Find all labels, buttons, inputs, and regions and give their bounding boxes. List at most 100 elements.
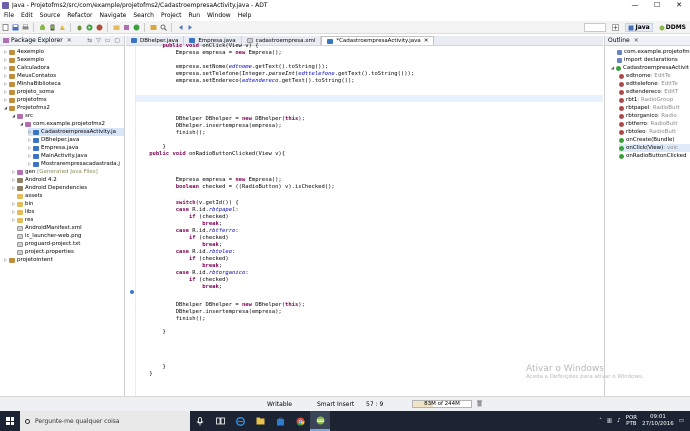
- eclipse-adt-taskbar-icon[interactable]: [310, 411, 330, 431]
- edge-browser-icon[interactable]: [230, 411, 250, 431]
- lint-icon[interactable]: [58, 23, 67, 32]
- tree-item[interactable]: ◢ src: [12, 112, 33, 120]
- heap-status[interactable]: 83M of 244M: [412, 400, 472, 408]
- view-controls-icon[interactable]: ⇆ ▽ ▭ ▢: [87, 37, 121, 44]
- cortana-search-box[interactable]: Pergunte-me qualquer coisa: [20, 411, 190, 431]
- outline-item[interactable]: edtnome : EditTe: [619, 72, 671, 80]
- tree-item[interactable]: ◢ com.example.projetofms2: [20, 120, 105, 128]
- outline-item[interactable]: ◢ CadastroempresaActivit: [611, 64, 689, 72]
- new-class-icon[interactable]: [132, 23, 141, 32]
- file-explorer-icon[interactable]: [250, 411, 270, 431]
- menu-refactor[interactable]: Refactor: [67, 12, 92, 19]
- tree-item[interactable]: ▷ DBhelper.java: [28, 136, 79, 144]
- maximize-button[interactable]: ☐: [646, 0, 668, 10]
- menu-search[interactable]: Search: [133, 12, 154, 19]
- notifications-icon[interactable]: ▭: [679, 418, 684, 424]
- tree-item[interactable]: ▷ Calculadora: [4, 64, 50, 72]
- forward-icon[interactable]: [186, 23, 195, 32]
- tree-item[interactable]: ▷ 5exemplo: [4, 56, 44, 64]
- close-view-icon[interactable]: ✕: [634, 37, 639, 44]
- new-java-project-icon[interactable]: [112, 23, 121, 32]
- tree-item[interactable]: ▷ MinhaBiblioteca: [4, 80, 61, 88]
- tree-item[interactable]: ▷ res: [12, 216, 33, 224]
- package-explorer-title[interactable]: Package Explorer: [11, 37, 63, 44]
- outline-item[interactable]: rbtorganico : Radio: [619, 112, 677, 120]
- tree-item[interactable]: project.properties: [12, 248, 74, 256]
- outline-title[interactable]: Outline: [608, 37, 630, 44]
- outline-item[interactable]: onRadioButtonClicked: [619, 152, 687, 160]
- outline-item[interactable]: import declarations: [617, 56, 678, 64]
- menu-project[interactable]: Project: [161, 12, 182, 19]
- back-icon[interactable]: [176, 23, 185, 32]
- tab-cadastroempresaactivity[interactable]: *CadastroempresaActivity.java ✕: [321, 36, 435, 45]
- external-tools-icon[interactable]: [95, 23, 104, 32]
- outline-item[interactable]: edtendereco : EditT: [619, 88, 678, 96]
- tree-item[interactable]: ▷ Empresa.java: [28, 144, 78, 152]
- code-area[interactable]: public void onClick(View v) { Empresa em…: [126, 43, 603, 396]
- menu-file[interactable]: File: [4, 12, 14, 19]
- tree-item[interactable]: ▷ projeto_soma: [4, 88, 54, 96]
- menu-edit[interactable]: Edit: [21, 12, 33, 19]
- outline-item[interactable]: rbtoleo : RadioButt: [619, 128, 676, 136]
- java-perspective-button[interactable]: Java: [625, 23, 653, 32]
- run-icon[interactable]: [85, 23, 94, 32]
- ddms-perspective-button[interactable]: DDMS: [659, 24, 686, 31]
- task-view-icon[interactable]: [210, 411, 230, 431]
- show-hidden-icons-icon[interactable]: ˄: [599, 418, 602, 424]
- menu-help[interactable]: Help: [238, 12, 252, 19]
- store-icon[interactable]: [270, 411, 290, 431]
- outline-item[interactable]: rbt1 : RadioGroup: [619, 96, 673, 104]
- minimize-button[interactable]: —: [624, 0, 646, 10]
- close-button[interactable]: ✕: [668, 0, 690, 10]
- search-icon[interactable]: [159, 23, 168, 32]
- start-button[interactable]: [0, 411, 20, 431]
- editor-gutter[interactable]: [126, 46, 136, 396]
- avd-manager-icon[interactable]: [48, 23, 57, 32]
- tree-item[interactable]: proguard-project.txt: [12, 240, 80, 248]
- outline-item-selected[interactable]: onClick(View) : voic: [619, 144, 690, 152]
- tree-item[interactable]: ▷ MainActivity.java: [28, 152, 87, 160]
- close-view-icon[interactable]: ✕: [67, 37, 72, 44]
- tree-item[interactable]: ▷ libs: [12, 208, 34, 216]
- new-package-icon[interactable]: [122, 23, 131, 32]
- menu-navigate[interactable]: Navigate: [99, 12, 126, 19]
- close-tab-icon[interactable]: ✕: [424, 38, 429, 44]
- tree-item[interactable]: ▷ projetofms: [4, 96, 47, 104]
- outline-item[interactable]: com.example.projetofm: [617, 48, 690, 56]
- debug-icon[interactable]: [75, 23, 84, 32]
- tree-item[interactable]: ▷ gen [Generated Java Files]: [12, 168, 98, 176]
- tree-item[interactable]: ic_launcher-web.png: [12, 232, 82, 240]
- outline-item[interactable]: rbtferro : RadioButt: [619, 120, 678, 128]
- quick-access-input[interactable]: [584, 23, 607, 32]
- tree-item[interactable]: AndroidManifest.xml: [12, 224, 82, 232]
- chrome-icon[interactable]: [290, 411, 310, 431]
- save-icon[interactable]: [11, 23, 20, 32]
- print-icon[interactable]: [21, 23, 30, 32]
- outline-item[interactable]: rbtpapel : RadioButt: [619, 104, 680, 112]
- tree-item[interactable]: ▷ projetointent: [4, 256, 53, 264]
- tree-item[interactable]: ▷ MeusContatos: [4, 72, 56, 80]
- volume-icon[interactable]: ♪: [617, 418, 621, 424]
- menu-window[interactable]: Window: [207, 12, 231, 19]
- tree-item[interactable]: ◢ Projetofms2: [4, 104, 50, 112]
- menu-source[interactable]: Source: [40, 12, 61, 19]
- android-sdk-manager-icon[interactable]: [38, 23, 47, 32]
- menu-run[interactable]: Run: [189, 12, 201, 19]
- network-icon[interactable]: ▥: [607, 418, 612, 424]
- new-icon[interactable]: [1, 23, 10, 32]
- microphone-icon[interactable]: [190, 411, 210, 431]
- open-type-icon[interactable]: [149, 23, 158, 32]
- input-language[interactable]: POR PTB: [626, 415, 637, 427]
- override-marker-icon[interactable]: [130, 290, 134, 294]
- outline-item[interactable]: edttelefone : EditTe: [619, 80, 678, 88]
- tree-item[interactable]: ▷ bin: [12, 200, 34, 208]
- outline-item[interactable]: onCreate(Bundle): [619, 136, 675, 144]
- system-clock[interactable]: 09:01 27/10/2016: [642, 414, 674, 428]
- tree-item[interactable]: assets: [12, 192, 43, 200]
- tree-item-selected[interactable]: ▷ CadastroempresaActivity.ja: [28, 128, 124, 136]
- tree-item[interactable]: ▷ Mostrarempresacadastrada.j: [28, 160, 120, 168]
- garbage-collect-icon[interactable]: [476, 400, 483, 409]
- tree-item[interactable]: ▷ 4exemplo: [4, 48, 44, 56]
- tree-item[interactable]: ▷ Android 4.2: [12, 176, 57, 184]
- tree-item[interactable]: ▷ Android Dependencies: [12, 184, 87, 192]
